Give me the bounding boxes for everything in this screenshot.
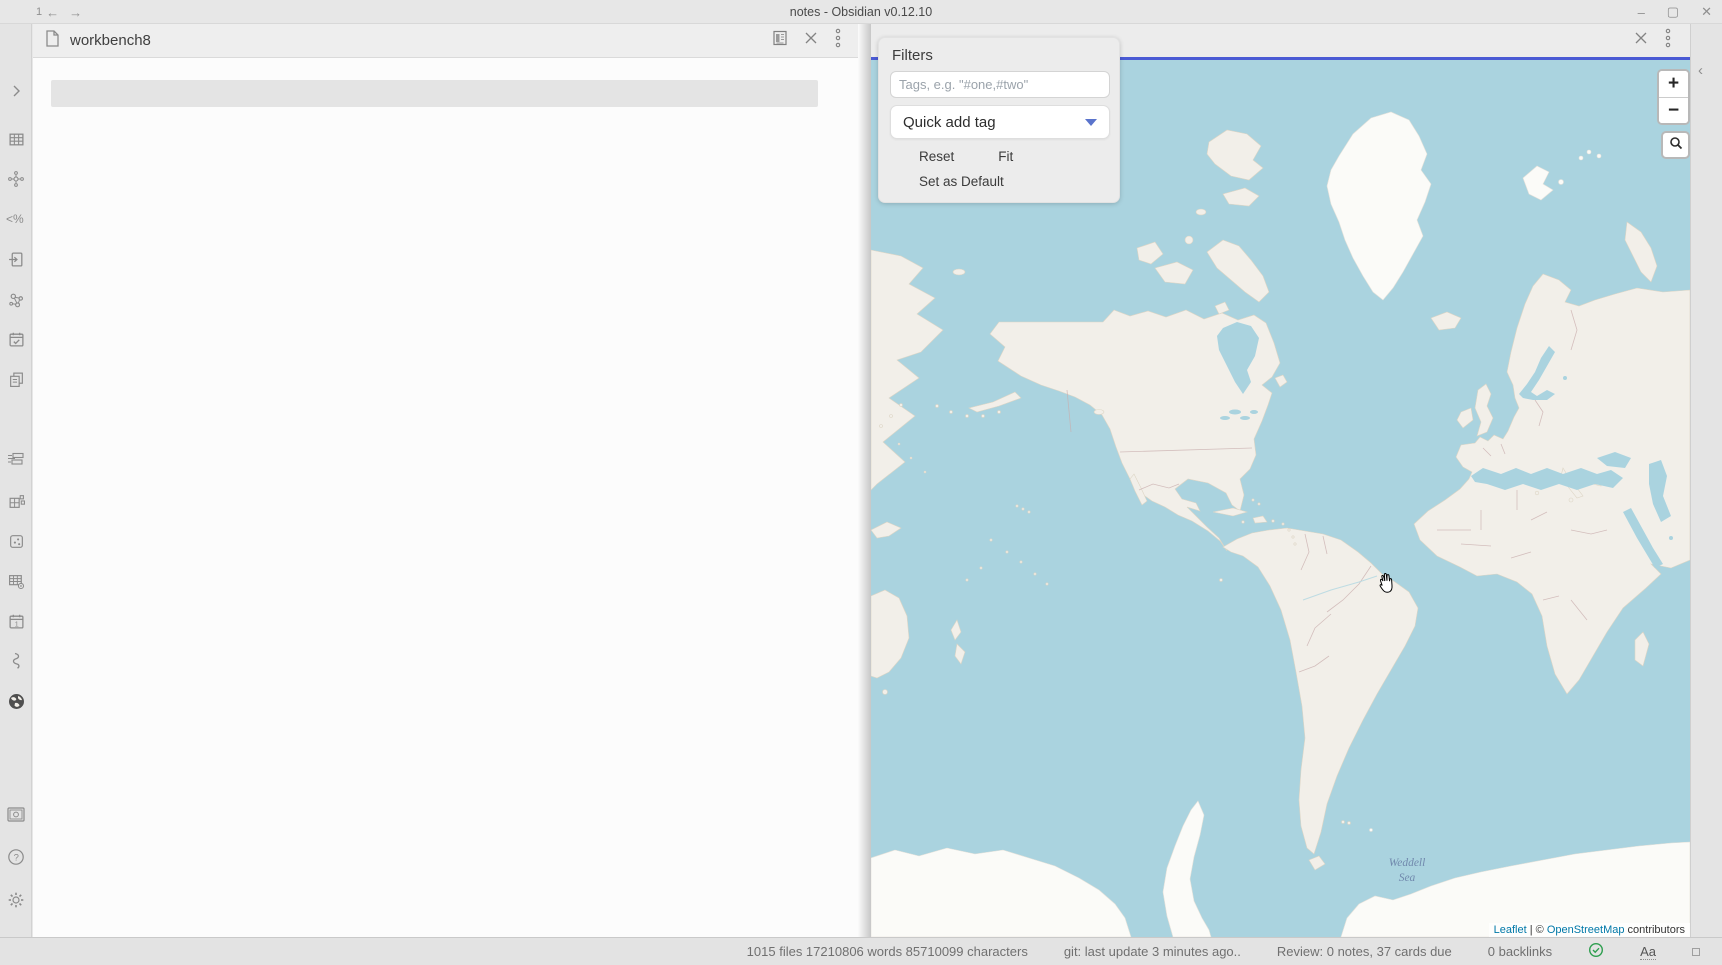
search-icon xyxy=(1669,136,1683,155)
quick-add-tag-label: Quick add tag xyxy=(903,114,996,131)
pane-title: workbench8 xyxy=(70,32,151,49)
table-icon[interactable] xyxy=(4,127,28,151)
map-zoom-control: + − xyxy=(1657,69,1690,125)
empty-block[interactable] xyxy=(51,80,818,107)
svg-text:<%: <% xyxy=(6,212,24,226)
expand-right-sidebar-icon[interactable]: ‹ xyxy=(1698,62,1703,79)
window-state-icon[interactable] xyxy=(1692,948,1700,956)
export-note-icon[interactable] xyxy=(4,247,28,271)
settings-gear-icon[interactable] xyxy=(4,888,28,912)
status-bar: 1015 files 17210806 words 85710099 chara… xyxy=(0,937,1722,965)
word-count: 1015 files 17210806 words 85710099 chara… xyxy=(747,944,1028,959)
more-options-icon[interactable] xyxy=(1664,28,1672,53)
svg-text:?: ? xyxy=(14,852,19,863)
leaflet-link[interactable]: Leaflet xyxy=(1494,924,1527,936)
minimize-button[interactable]: – xyxy=(1638,5,1645,20)
expand-sidebar-icon[interactable] xyxy=(4,79,28,103)
map-filters-panel: Filters Quick add tag Reset Fit Set as D… xyxy=(878,37,1120,203)
dice-icon[interactable] xyxy=(4,529,28,553)
more-options-icon[interactable] xyxy=(834,28,842,53)
maximize-button[interactable]: ▢ xyxy=(1667,4,1679,20)
tags-filter-input[interactable] xyxy=(890,71,1110,98)
set-as-default-button[interactable]: Set as Default xyxy=(919,174,1108,189)
obsidian-window: 1 ← → notes - Obsidian v0.12.10 – ▢ ✕ <%… xyxy=(0,0,1722,965)
filters-title: Filters xyxy=(892,47,1108,64)
osm-link[interactable]: OpenStreetMap xyxy=(1547,924,1625,936)
file-icon xyxy=(45,30,60,52)
window-title: notes - Obsidian v0.12.10 xyxy=(0,0,1722,24)
sync-check-icon[interactable] xyxy=(1588,942,1604,961)
globe-icon[interactable] xyxy=(4,689,28,713)
backlinks-count: 0 backlinks xyxy=(1488,944,1552,959)
svg-text:1: 1 xyxy=(14,619,18,628)
quick-add-tag-select[interactable]: Quick add tag xyxy=(890,105,1110,139)
rope-icon[interactable] xyxy=(4,649,28,673)
review-status[interactable]: Review: 0 notes, 37 cards due xyxy=(1277,944,1452,959)
sea-label-line1: Weddell xyxy=(1389,857,1426,869)
pane-header-icons xyxy=(772,28,842,53)
calendar-day-icon[interactable]: 1 xyxy=(4,609,28,633)
chevron-down-icon xyxy=(1085,119,1097,126)
close-pane-icon[interactable] xyxy=(1634,31,1648,50)
pane-workbench: workbench8 xyxy=(33,24,858,937)
graph-icon[interactable] xyxy=(4,287,28,311)
git-status: git: last update 3 minutes ago.. xyxy=(1064,944,1241,959)
zoom-in-button[interactable]: + xyxy=(1659,71,1688,97)
help-icon[interactable]: ? xyxy=(4,845,28,869)
window-controls: – ▢ ✕ xyxy=(1638,0,1712,24)
map-search-button[interactable] xyxy=(1661,131,1690,159)
reset-button[interactable]: Reset xyxy=(919,149,954,164)
sea-label-line2: Sea xyxy=(1399,872,1416,884)
table-gear-icon[interactable] xyxy=(4,569,28,593)
templater-icon[interactable]: <% xyxy=(4,207,28,231)
right-sidebar-strip: ‹ xyxy=(1690,24,1722,937)
image-frame-icon[interactable] xyxy=(4,802,28,826)
fit-button[interactable]: Fit xyxy=(998,149,1013,164)
pane-workbench-header: workbench8 xyxy=(33,24,858,58)
titlebar: 1 ← → notes - Obsidian v0.12.10 – ▢ ✕ xyxy=(0,0,1722,24)
card-stack-icon[interactable] xyxy=(4,447,28,471)
move-nodes-icon[interactable] xyxy=(4,167,28,191)
left-ribbon: <% 1? xyxy=(0,24,32,937)
attribution-sep: | © xyxy=(1527,924,1547,936)
calendar-check-icon[interactable] xyxy=(4,327,28,351)
zoom-out-button[interactable]: − xyxy=(1659,97,1688,123)
close-window-button[interactable]: ✕ xyxy=(1701,4,1712,20)
puzzle-grid-icon[interactable] xyxy=(4,489,28,513)
close-pane-icon[interactable] xyxy=(804,31,818,50)
pane-resize-handle[interactable] xyxy=(858,24,871,937)
map-attribution: Leaflet | © OpenStreetMap contributors xyxy=(1489,923,1690,937)
copy-pages-icon[interactable] xyxy=(4,367,28,391)
reading-mode-icon[interactable] xyxy=(772,30,788,51)
attribution-suffix: contributors xyxy=(1624,924,1685,936)
font-size-toggle[interactable]: Aa xyxy=(1640,944,1656,960)
